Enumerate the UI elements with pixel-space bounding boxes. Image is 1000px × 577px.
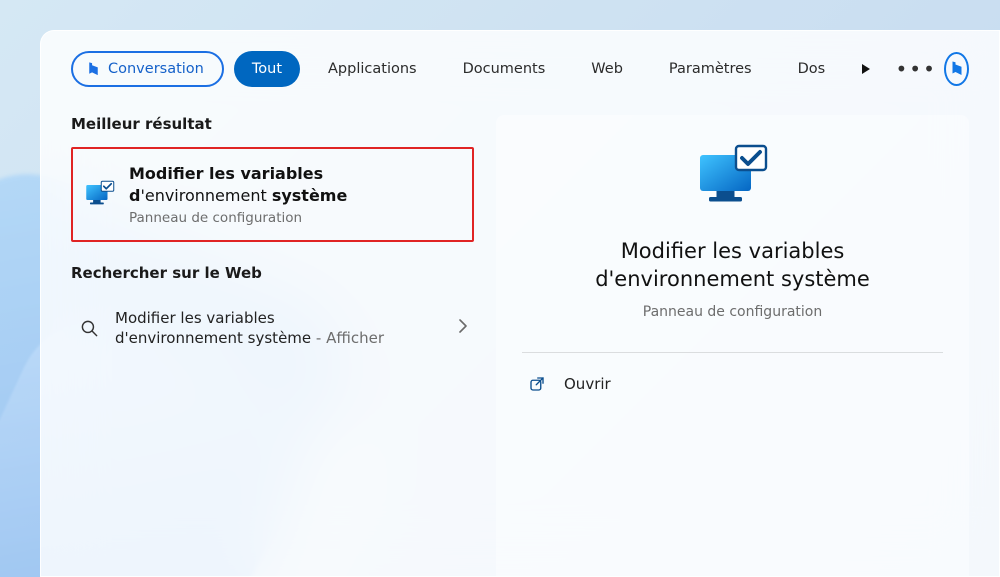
web-result-text: Modifier les variables d'environnement s… — [115, 308, 444, 349]
dots-icon: ••• — [895, 59, 936, 79]
search-icon — [77, 316, 101, 340]
details-panel: Modifier les variables d'environnement s… — [496, 115, 969, 576]
web-search-header: Rechercher sur le Web — [71, 264, 474, 282]
tab-label: Applications — [328, 61, 417, 77]
web-result-item[interactable]: Modifier les variables d'environnement s… — [71, 296, 474, 361]
tab-documents[interactable]: Documents — [445, 51, 564, 87]
system-monitor-icon — [697, 143, 769, 215]
open-label: Ouvrir — [564, 375, 611, 393]
tab-applications[interactable]: Applications — [310, 51, 435, 87]
tab-all[interactable]: Tout — [234, 51, 300, 87]
best-result-text: Modifier les variables d'environnement s… — [129, 163, 347, 226]
details-title: Modifier les variables d'environnement s… — [553, 237, 913, 294]
chevron-right-icon — [458, 319, 468, 337]
tabs-overflow-button[interactable] — [853, 51, 878, 87]
results-column: Meilleur résultat Modifi — [71, 115, 474, 576]
best-result-subtitle: Panneau de configuration — [129, 210, 347, 226]
best-result-item[interactable]: Modifier les variables d'environnement s… — [71, 147, 474, 242]
tab-more-truncated[interactable]: Dos — [780, 51, 844, 87]
content-area: Meilleur résultat Modifi — [71, 115, 969, 576]
open-action[interactable]: Ouvrir — [522, 353, 943, 415]
best-result-title: Modifier les variables d'environnement s… — [129, 163, 347, 206]
tab-label: Documents — [463, 61, 546, 77]
tab-label: Web — [591, 61, 623, 77]
tab-web[interactable]: Web — [573, 51, 641, 87]
bing-chat-button[interactable] — [944, 52, 969, 86]
bing-chat-icon — [85, 61, 102, 78]
search-flyout: Conversation Tout Applications Documents… — [40, 30, 1000, 577]
tab-label: Tout — [252, 61, 282, 77]
tab-label: Paramètres — [669, 61, 752, 77]
tab-label: Dos — [798, 61, 826, 77]
play-right-icon — [860, 63, 872, 75]
bing-chat-icon — [948, 60, 966, 78]
open-external-icon — [528, 375, 546, 393]
tab-conversation[interactable]: Conversation — [71, 51, 224, 87]
tab-label: Conversation — [108, 61, 204, 77]
tab-settings[interactable]: Paramètres — [651, 51, 770, 87]
details-subtitle: Panneau de configuration — [643, 304, 822, 320]
tab-bar: Conversation Tout Applications Documents… — [71, 51, 969, 87]
system-monitor-icon — [85, 180, 115, 210]
best-result-header: Meilleur résultat — [71, 115, 474, 133]
more-options-button[interactable]: ••• — [898, 51, 934, 87]
